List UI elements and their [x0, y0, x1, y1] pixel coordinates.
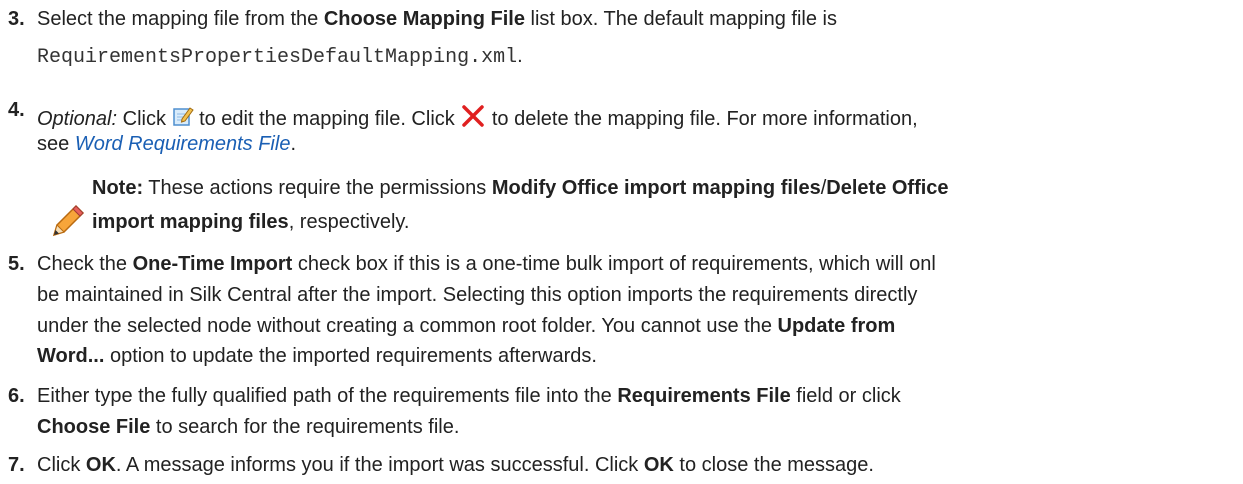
- note-text: These actions require the permissions: [143, 177, 492, 199]
- step-3: 3. Select the mapping file from the Choos…: [8, 5, 1243, 33]
- step-text: field or click: [790, 385, 901, 407]
- ui-term: Choose Mapping File: [323, 8, 525, 30]
- step-text: option to update the imported requiremen…: [104, 345, 597, 367]
- step-number: 6.: [8, 385, 25, 407]
- pencil-note-icon: [48, 201, 88, 247]
- step-5-line-4: Word... option to update the imported re…: [37, 342, 597, 370]
- step-3-cont: RequirementsPropertiesDefaultMapping.xml…: [37, 42, 523, 72]
- note-line-1: Note: These actions require the permissi…: [92, 174, 949, 202]
- step-text: to edit the mapping file. Click: [193, 108, 461, 130]
- ui-term: OK: [85, 454, 116, 476]
- step-text: to search for the requirements file.: [150, 416, 460, 438]
- step-5: 5. Check the One-Time Import check box if…: [8, 250, 1243, 278]
- step-6-cont: Choose File to search for the requiremen…: [37, 413, 459, 441]
- step-text: .: [290, 133, 296, 155]
- delete-x-icon: [460, 103, 486, 137]
- step-text: Either type the fully qualified path of …: [37, 385, 618, 407]
- step-number: 4.: [8, 99, 25, 121]
- ui-term: Requirements File: [617, 385, 791, 407]
- ui-term: Word...: [37, 345, 105, 367]
- step-text: under the selected node without creating…: [37, 315, 778, 337]
- note-text: , respectively.: [288, 211, 410, 233]
- step-text: check box if this is a one-time bulk imp…: [292, 253, 936, 275]
- step-text: list box. The default mapping file is: [524, 8, 837, 30]
- step-text: Select the mapping file from the: [37, 8, 324, 30]
- word-requirements-file-link[interactable]: Word Requirements File: [75, 133, 291, 155]
- step-6: 6. Either type the fully qualified path o…: [8, 382, 1243, 410]
- ui-term: Update from: [777, 315, 896, 337]
- ui-term: OK: [643, 454, 674, 476]
- step-5-line-3: under the selected node without creating…: [37, 312, 895, 340]
- step-7: 7. Click OK. A message informs you if the…: [8, 451, 1243, 479]
- step-text: Click: [37, 454, 86, 476]
- ui-term: Choose File: [37, 416, 151, 438]
- step-number: 7.: [8, 454, 25, 476]
- note-label: Note:: [92, 177, 144, 199]
- step-number: 3.: [8, 8, 25, 30]
- step-text: Click: [117, 108, 172, 130]
- optional-label: Optional:: [37, 108, 118, 130]
- step-text: Check the: [37, 253, 133, 275]
- step-text: .: [517, 45, 523, 67]
- permission-name: Modify Office import mapping files: [491, 177, 821, 199]
- step-text: to delete the mapping file. For more inf…: [486, 108, 918, 130]
- ui-term: One-Time Import: [132, 253, 293, 275]
- step-text: . A message informs you if the import wa…: [115, 454, 644, 476]
- step-text: to close the message.: [673, 454, 874, 476]
- step-number: 5.: [8, 253, 25, 275]
- step-4-cont: see Word Requirements File.: [37, 130, 296, 158]
- permission-name: import mapping files: [92, 211, 289, 233]
- step-text: see: [37, 133, 75, 155]
- step-5-line-2: be maintained in Silk Central after the …: [37, 284, 918, 306]
- default-filename: RequirementsPropertiesDefaultMapping.xml: [37, 46, 518, 69]
- permission-name: Delete Office: [826, 177, 949, 199]
- note-line-2: import mapping files, respectively.: [92, 208, 409, 236]
